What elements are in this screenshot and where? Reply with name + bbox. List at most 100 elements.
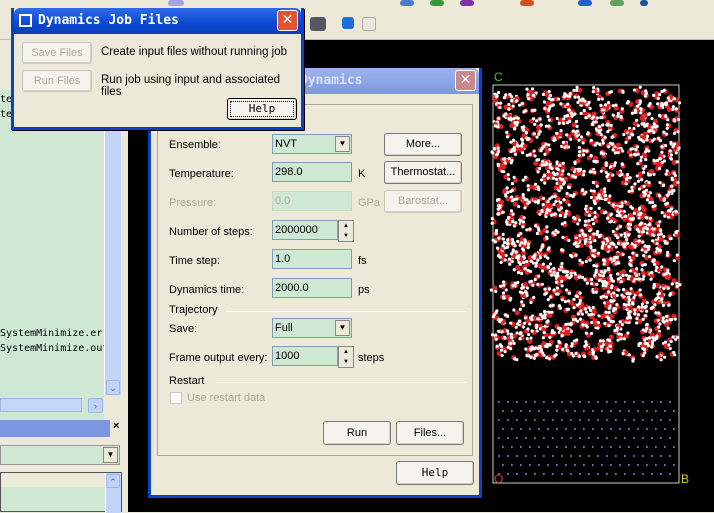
hydrogen-atom [505,135,510,139]
help-button[interactable]: Help [227,98,297,120]
hydrogen-atom [533,200,537,204]
hydrogen-atom [548,295,553,299]
scroll-up-icon[interactable]: ⌃ [106,474,120,488]
close-button[interactable]: ✕ [455,70,476,91]
hydrogen-atom [525,259,529,264]
more-button[interactable]: More... [384,133,462,156]
hydrogen-atom [555,172,559,176]
hydrogen-atom [646,344,651,348]
hydrogen-atom [510,195,514,199]
ring-icon[interactable] [430,0,444,6]
hydrogen-atom [624,182,628,186]
hydrogen-atom [499,101,503,105]
horizontal-scrollbar[interactable] [0,398,82,412]
file-item[interactable]: SystemMinimize.err [0,328,108,339]
chart-icon[interactable] [168,0,184,6]
scroll-right-icon[interactable]: › [88,398,103,413]
hydrogen-atom [665,314,669,318]
hydrogen-atom [592,232,596,236]
file-item[interactable]: SystemMinimize.out [0,343,108,354]
substrate-atom [636,428,639,430]
substrate-atom [501,410,504,412]
scroll-down-icon[interactable]: ⌄ [106,380,120,395]
hydrogen-atom [497,116,501,120]
hydrogen-atom [553,194,557,198]
properties-icon[interactable] [310,17,326,31]
save-select[interactable]: Full ▼ [272,318,352,338]
dynamics-time-input[interactable]: 2000.0 [272,278,352,298]
hydrogen-atom [518,262,523,266]
hydrogen-atom [569,321,573,326]
substrate-atom [641,401,644,403]
substrate-atom [614,419,617,421]
substrate-atom [519,464,522,466]
substrate-atom [515,437,518,439]
hydrogen-atom [503,258,507,262]
panel-dropdown[interactable]: ▼ [0,445,120,465]
frame-output-input[interactable]: 1000 [272,346,338,366]
property-list: ⌃ [0,472,122,513]
hydrogen-atom [672,259,676,263]
barostat-button[interactable]: Barostat... [384,190,462,213]
panel-close-button[interactable]: × [113,420,119,432]
grid-icon[interactable] [362,17,376,31]
hydrogen-atom [604,310,608,314]
hydrogen-atom [561,161,565,165]
hydrogen-atom [640,305,644,309]
hydrogen-atom [641,240,645,244]
steps-stepper[interactable]: ▲ ▼ [338,220,354,242]
hydrogen-atom [627,298,632,302]
hydrogen-atom [496,125,500,129]
use-restart-checkbox[interactable] [170,392,182,404]
hydrogen-atom [591,249,595,253]
hydrogen-atom [552,266,556,271]
hydrogen-atom [518,307,522,311]
close-button[interactable]: ✕ [277,10,298,31]
hydrogen-atom [641,263,645,267]
hydrogen-atom [503,350,507,354]
run-files-button[interactable]: Run Files [22,70,92,92]
hydrogen-atom [672,96,676,101]
save-files-button[interactable]: Save Files [22,42,92,64]
hydrogen-atom [534,264,538,268]
hydrogen-atom [558,306,563,310]
select-icon[interactable] [342,17,354,29]
substrate-atom [510,464,513,466]
hydrogen-atom [528,152,532,156]
atom-icon[interactable] [640,0,648,6]
hydrogen-atom [576,244,580,248]
hydrogen-atom [501,295,506,299]
pressure-input[interactable]: 0.0 [272,191,352,211]
vertical-scrollbar[interactable] [104,90,121,395]
atoms-icon[interactable] [400,0,414,6]
substrate-atom [582,428,585,430]
hydrogen-atom [663,340,668,344]
surface-icon[interactable] [610,0,624,6]
molecule-icon[interactable] [460,0,474,6]
hydrogen-atom [650,345,654,349]
hydrogen-atom [538,212,542,216]
hydrogen-atom [519,331,523,335]
hydrogen-atom [628,316,632,320]
timestep-input[interactable]: 1.0 [272,249,352,269]
temperature-input[interactable]: 298.0 [272,162,352,182]
hydrogen-atom [555,280,559,284]
hydrogen-atom [593,238,597,243]
hydrogen-atom [621,252,625,257]
hydrogen-atom [510,259,514,264]
reaction-icon[interactable] [520,0,534,6]
hydrogen-atom [561,121,566,125]
run-button[interactable]: Run [323,421,391,445]
balls-icon[interactable] [578,0,592,6]
frame-output-stepper[interactable]: ▲ ▼ [338,346,354,368]
hydrogen-atom [563,114,567,118]
substrate-atom [506,419,509,421]
hydrogen-atom [600,246,604,250]
files-button[interactable]: Files... [396,421,464,445]
ensemble-select[interactable]: NVT ▼ [272,134,352,154]
help-button[interactable]: Help [396,461,474,485]
steps-input[interactable]: 2000000 [272,220,338,240]
thermostat-button[interactable]: Thermostat... [384,161,462,184]
hydrogen-atom [578,301,582,306]
hydrogen-atom [571,194,575,199]
